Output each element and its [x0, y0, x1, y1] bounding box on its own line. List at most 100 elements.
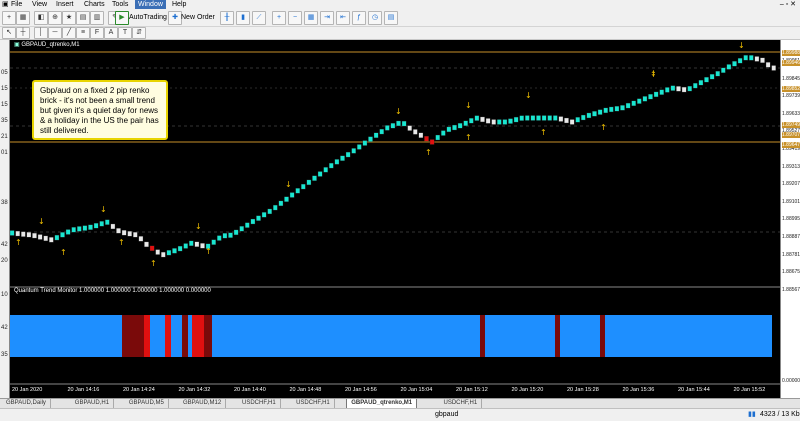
buy-arrow-icon: ↑: [205, 247, 212, 256]
zoom-in-icon[interactable]: +: [272, 11, 286, 25]
renko-brick: [261, 212, 267, 218]
renko-brick: [10, 230, 15, 236]
renko-brick: [37, 234, 43, 240]
data-window-icon[interactable]: ⊕: [48, 11, 62, 25]
renko-brick: [54, 234, 60, 241]
renko-brick: [390, 123, 396, 129]
renko-brick: [177, 245, 183, 252]
annotation-note[interactable]: Gbp/aud on a fixed 2 pip renko brick - i…: [32, 80, 168, 140]
chart-tab[interactable]: GBPAUD,M5: [125, 399, 169, 408]
indicators-icon[interactable]: ƒ: [352, 11, 366, 25]
renko-brick: [99, 221, 104, 227]
menu-window[interactable]: Window: [135, 0, 166, 9]
arrows-icon[interactable]: ⇵: [132, 27, 146, 39]
renko-brick: [502, 119, 508, 125]
horizontal-line-icon[interactable]: ─: [48, 27, 62, 39]
autoscroll-icon[interactable]: ⇥: [320, 11, 334, 25]
bar-chart-icon[interactable]: ╫: [220, 11, 234, 25]
renko-brick: [373, 132, 379, 138]
gutter-label: 05: [1, 70, 8, 76]
text-icon[interactable]: A: [104, 27, 118, 39]
templates-icon[interactable]: ▤: [384, 11, 398, 25]
autotrading-button[interactable]: AutoTrading: [129, 12, 167, 24]
chart-shift-icon[interactable]: ⇤: [336, 11, 350, 25]
renko-brick: [737, 58, 743, 64]
renko-brick: [217, 235, 222, 241]
renko-brick: [413, 129, 418, 135]
time-axis-label: 20 Jan 15:12: [456, 387, 488, 393]
time-axis-label: 20 Jan 15:52: [733, 387, 766, 393]
menu-tools[interactable]: Tools: [112, 0, 128, 9]
terminal-icon[interactable]: ▤: [76, 11, 90, 25]
new-order-button[interactable]: New Order: [181, 12, 215, 24]
renko-brick: [614, 106, 620, 112]
label-icon[interactable]: T: [118, 27, 132, 39]
gutter-label: 20: [1, 258, 8, 264]
chart-tab[interactable]: USDCHF,H1: [440, 399, 483, 408]
window-controls[interactable]: – ▫ ✕: [780, 0, 796, 9]
renko-brick: [642, 96, 648, 102]
renko-brick: [698, 79, 704, 86]
chart-tab[interactable]: GBPAUD,H1: [71, 399, 115, 408]
renko-brick: [172, 248, 177, 254]
menu-view[interactable]: View: [32, 0, 47, 9]
periods-icon[interactable]: ◷: [368, 11, 382, 25]
chart-tab[interactable]: USDCHF,H1: [238, 399, 281, 408]
trend-bar-down: [555, 315, 560, 357]
renko-brick: [385, 125, 390, 131]
price-highlight-label: 1.89749: [782, 122, 800, 128]
new-order-icon[interactable]: ✚: [168, 11, 182, 25]
renko-brick: [575, 117, 580, 123]
renko-brick: [295, 188, 300, 194]
renko-brick: [110, 223, 116, 230]
renko-brick: [15, 230, 20, 237]
zoom-out-icon[interactable]: −: [288, 11, 302, 25]
chart-tab[interactable]: USDCHF,H1: [292, 399, 335, 408]
line-chart-icon[interactable]: ⟋: [252, 11, 266, 25]
trendline-icon[interactable]: ╱: [62, 27, 76, 39]
autotrading-icon[interactable]: ▶: [115, 11, 129, 25]
renko-brick: [43, 235, 48, 242]
renko-brick: [754, 56, 760, 62]
candlestick-icon[interactable]: ▮: [236, 11, 250, 25]
gutter-label: 35: [1, 118, 8, 124]
renko-brick: [480, 116, 485, 123]
renko-brick: [497, 119, 502, 125]
chart-tab[interactable]: GBPAUD,Daily: [2, 399, 51, 408]
menu-file[interactable]: File: [11, 0, 22, 9]
trend-bar-down: [122, 315, 144, 357]
renko-brick: [704, 77, 709, 83]
renko-brick: [26, 232, 32, 238]
chart-tab[interactable]: GBPAUD,M12: [179, 399, 227, 408]
trend-bar-down: [144, 315, 150, 357]
sell-arrow-icon: ↓: [465, 101, 472, 110]
buy-arrow-icon: ↑: [540, 128, 547, 137]
fibonacci-icon[interactable]: F: [90, 27, 104, 39]
tester-icon[interactable]: ▥: [90, 11, 104, 25]
crosshair-icon[interactable]: ┼: [16, 27, 30, 39]
profiles-icon[interactable]: ▦: [16, 11, 30, 25]
app-icon[interactable]: ▣: [2, 0, 9, 9]
gutter-label: 01: [1, 150, 8, 156]
new-chart-icon[interactable]: +: [2, 11, 16, 25]
channel-icon[interactable]: ≡: [76, 27, 90, 39]
menu-charts[interactable]: Charts: [84, 0, 105, 9]
vertical-line-icon[interactable]: │: [34, 27, 48, 39]
renko-brick: [256, 215, 261, 221]
time-axis-label: 20 Jan 15:04: [400, 387, 433, 393]
renko-brick: [726, 64, 732, 70]
renko-brick: [362, 140, 368, 146]
menu-help[interactable]: Help: [172, 0, 186, 9]
market-watch-icon[interactable]: ◧: [34, 11, 48, 25]
renko-brick: [340, 155, 345, 161]
renko-brick: [715, 70, 720, 77]
menu-insert[interactable]: Insert: [56, 0, 74, 9]
cursor-icon[interactable]: ↖: [2, 27, 16, 39]
time-axis-label: 20 Jan 15:28: [567, 387, 599, 393]
renko-brick: [743, 55, 748, 61]
tile-windows-icon[interactable]: ▦: [304, 11, 318, 25]
price-highlight-label: 1.89946: [782, 60, 800, 66]
renko-brick: [659, 89, 664, 95]
navigator-icon[interactable]: ★: [62, 11, 76, 25]
renko-brick: [334, 159, 340, 165]
